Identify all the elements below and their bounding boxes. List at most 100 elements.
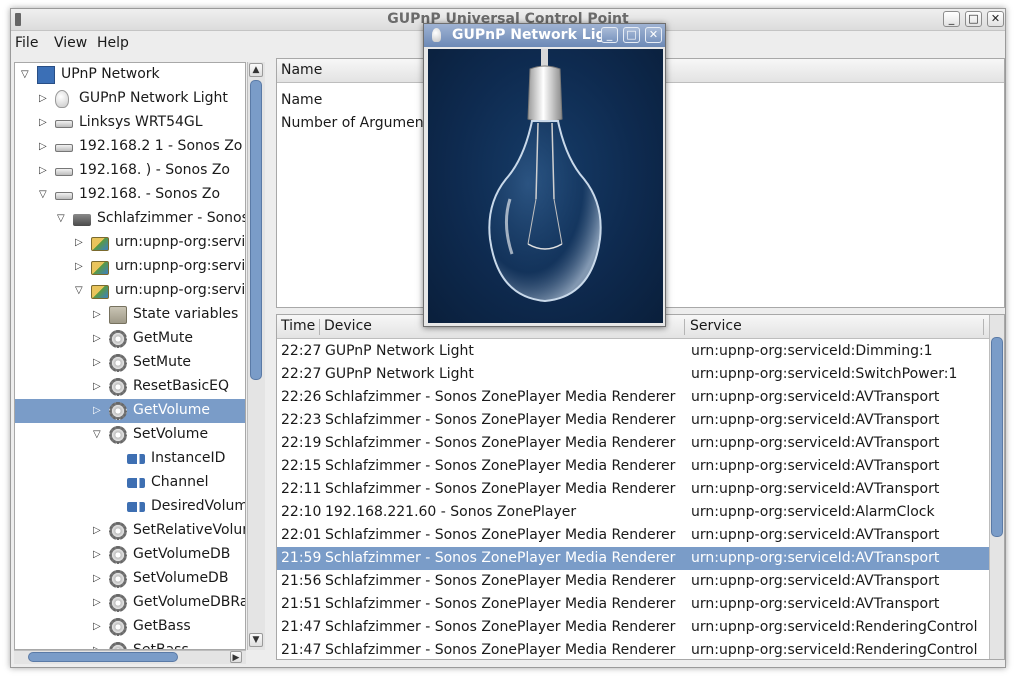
expander-closed-icon[interactable]: ▷ (39, 117, 49, 129)
expander-closed-icon[interactable]: ▷ (93, 525, 103, 537)
light-maximize-button[interactable]: □ (623, 27, 640, 43)
tree-item[interactable]: ▷ State variables (15, 303, 245, 327)
maximize-button[interactable]: □ (965, 11, 982, 27)
scroll-down-arrow-icon[interactable]: ▼ (249, 633, 263, 647)
log-cell-time: 22:01 (281, 527, 322, 543)
menu-view[interactable]: View (54, 35, 87, 51)
tree-item-label: SetRelativeVolum (133, 522, 246, 538)
light-window-title: GUPnP Network Light (452, 27, 602, 43)
tree-item[interactable]: ▷ SetMute (15, 351, 245, 375)
tree-item[interactable]: ▷ GetBass (15, 615, 245, 639)
log-row[interactable]: 21:59 Schlafzimmer - Sonos ZonePlayer Med… (277, 547, 989, 570)
tree-item[interactable]: ▽ 192.168. - Sonos Zo (15, 183, 245, 207)
menu-help[interactable]: Help (97, 35, 129, 51)
details-row-arguments: Number of Arguments (281, 115, 437, 131)
log-row[interactable]: 22:23 Schlafzimmer - Sonos ZonePlayer Med… (277, 409, 989, 432)
close-button[interactable]: ✕ (987, 11, 1004, 27)
expander-closed-icon[interactable]: ▷ (93, 309, 103, 321)
tree-item[interactable]: Channel (15, 471, 245, 495)
tree-item[interactable]: ▷ ResetBasicEQ (15, 375, 245, 399)
tree-item-label: Schlafzimmer - Sonos Z (97, 210, 246, 226)
log-row[interactable]: 22:19 Schlafzimmer - Sonos ZonePlayer Med… (277, 432, 989, 455)
expander-closed-icon[interactable]: ▷ (75, 261, 85, 273)
minimize-button[interactable]: _ (943, 11, 960, 27)
tree-item[interactable]: ▷ urn:upnp-org:service (15, 231, 245, 255)
expander-open-icon[interactable]: ▽ (75, 285, 85, 297)
expander-closed-icon[interactable]: ▷ (93, 549, 103, 561)
tree-scroll-thumb[interactable] (250, 80, 262, 380)
tree-item[interactable]: ▷ GetMute (15, 327, 245, 351)
tree-item[interactable]: ▷ GetVolumeDBRar (15, 591, 245, 615)
tree-item[interactable]: ▽ UPnP Network (15, 63, 245, 87)
log-row[interactable]: 21:51 Schlafzimmer - Sonos ZonePlayer Med… (277, 593, 989, 616)
column-separator[interactable] (983, 319, 984, 335)
column-service[interactable]: Service (690, 318, 742, 334)
column-separator[interactable] (684, 319, 685, 335)
tree-item[interactable]: ▷ Linksys WRT54GL (15, 111, 245, 135)
expander-open-icon[interactable]: ▽ (57, 213, 67, 225)
tree-item[interactable]: ▷ SetVolumeDB (15, 567, 245, 591)
tree-item[interactable]: ▷ urn:upnp-org:service (15, 255, 245, 279)
log-row[interactable]: 21:47 Schlafzimmer - Sonos ZonePlayer Med… (277, 639, 989, 659)
menu-file[interactable]: File (15, 35, 38, 51)
log-cell-time: 21:51 (281, 596, 322, 612)
tree-item[interactable]: InstanceID (15, 447, 245, 471)
scroll-up-arrow-icon[interactable]: ▲ (249, 63, 263, 77)
expander-closed-icon[interactable]: ▷ (93, 405, 103, 417)
log-row[interactable]: 21:47 Schlafzimmer - Sonos ZonePlayer Med… (277, 616, 989, 639)
log-row[interactable]: 22:11 Schlafzimmer - Sonos ZonePlayer Med… (277, 478, 989, 501)
expander-closed-icon[interactable]: ▷ (93, 357, 103, 369)
light-close-button[interactable]: ✕ (645, 27, 662, 43)
expander-closed-icon[interactable]: ▷ (39, 165, 49, 177)
tree-item[interactable]: ▽ Schlafzimmer - Sonos Z (15, 207, 246, 231)
log-row[interactable]: 21:56 Schlafzimmer - Sonos ZonePlayer Med… (277, 570, 989, 593)
light-title-bar[interactable]: GUPnP Network Light _ □ ✕ (424, 24, 665, 47)
expander-closed-icon[interactable]: ▷ (93, 597, 103, 609)
tree-item[interactable]: ▷ GetVolume (15, 399, 245, 423)
device-tree[interactable]: ▽ UPnP Network ▷ GUPnP Network Light ▷ Linksy… (14, 62, 246, 650)
tree-horizontal-scrollbar[interactable]: ▶ (14, 650, 246, 664)
column-separator[interactable] (319, 319, 320, 335)
log-row[interactable]: 22:01 Schlafzimmer - Sonos ZonePlayer Med… (277, 524, 989, 547)
device-icon (73, 214, 91, 226)
log-vertical-scrollbar[interactable] (989, 315, 1004, 659)
tree-item[interactable]: ▷ 192.168. ) - Sonos Zo (15, 159, 245, 183)
light-minimize-button[interactable]: _ (601, 27, 618, 43)
tree-item[interactable]: ▷SetBass (15, 639, 245, 649)
expander-closed-icon[interactable]: ▷ (39, 93, 49, 105)
event-log-table[interactable]: Time Device Service 22:27 GUPnP Network L… (276, 314, 1005, 660)
log-row[interactable]: 22:10 192.168.221.60 - Sonos ZonePlayer ur… (277, 501, 989, 524)
tree-item[interactable]: ▷ SetRelativeVolum (15, 519, 246, 543)
expander-closed-icon[interactable]: ▷ (93, 621, 103, 633)
column-time[interactable]: Time (281, 318, 315, 334)
log-cell-service: urn:upnp-org:serviceId:RenderingControl (691, 642, 978, 658)
log-cell-service: urn:upnp-org:serviceId:AVTransport (691, 550, 940, 566)
log-row[interactable]: 22:15 Schlafzimmer - Sonos ZonePlayer Med… (277, 455, 989, 478)
details-name-column[interactable]: Name (281, 62, 322, 78)
log-row[interactable]: 22:26 Schlafzimmer - Sonos ZonePlayer Med… (277, 386, 989, 409)
expander-closed-icon[interactable]: ▷ (39, 141, 49, 153)
tree-hscroll-thumb[interactable] (28, 652, 178, 662)
expander-open-icon[interactable]: ▽ (39, 189, 49, 201)
expander-closed-icon[interactable]: ▷ (93, 333, 103, 345)
log-row[interactable]: 22:27 GUPnP Network Light urn:upnp-org:ser… (277, 340, 989, 363)
tree-item[interactable]: ▽ SetVolume (15, 423, 245, 447)
log-scroll-thumb[interactable] (991, 337, 1003, 537)
expander-closed-icon[interactable]: ▷ (93, 381, 103, 393)
log-cell-time: 22:26 (281, 389, 322, 405)
light-bulb-off-icon (488, 49, 602, 303)
tree-item[interactable]: DesiredVolume (15, 495, 245, 519)
tree-item[interactable]: ▷ GUPnP Network Light (15, 87, 245, 111)
tree-item[interactable]: ▷ 192.168.2 1 - Sonos Zo (15, 135, 245, 159)
tree-item[interactable]: ▽ urn:upnp-org:service (15, 279, 245, 303)
expander-open-icon[interactable]: ▽ (93, 429, 103, 441)
expander-closed-icon[interactable]: ▷ (93, 573, 103, 585)
scroll-right-arrow-icon[interactable]: ▶ (230, 651, 242, 663)
log-row[interactable]: 22:27 GUPnP Network Light urn:upnp-org:ser… (277, 363, 989, 386)
tree-item[interactable]: ▷ GetVolumeDB (15, 543, 245, 567)
tree-vertical-scrollbar[interactable]: ▲ ▼ (247, 62, 265, 650)
expander-closed-icon[interactable]: ▷ (75, 237, 85, 249)
expander-open-icon[interactable]: ▽ (21, 69, 31, 81)
column-device[interactable]: Device (324, 318, 372, 334)
log-cell-time: 21:56 (281, 573, 322, 589)
